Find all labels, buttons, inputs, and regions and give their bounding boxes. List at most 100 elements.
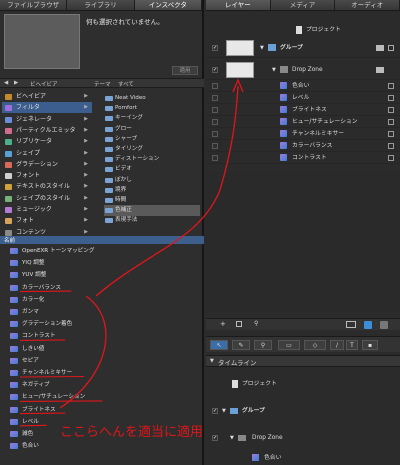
back-arrow-icon[interactable]: ◀ bbox=[4, 80, 8, 86]
layer-filter-checkbox[interactable] bbox=[212, 155, 218, 161]
filter-item[interactable]: コントラスト bbox=[8, 330, 55, 342]
layer-settings-icon[interactable] bbox=[236, 321, 242, 327]
layer-row-project[interactable]: プロジェクト bbox=[206, 24, 400, 36]
layer-filter-checkbox[interactable] bbox=[212, 107, 218, 113]
filter-item[interactable]: ネガティブ bbox=[8, 379, 50, 391]
tab-layers[interactable]: レイヤー bbox=[206, 0, 271, 10]
group-options-icon[interactable] bbox=[388, 45, 394, 51]
layer-filter-row[interactable]: コントラスト bbox=[206, 152, 400, 164]
tab-library[interactable]: ライブラリ bbox=[67, 0, 135, 10]
filter-item[interactable]: ヒュー/サチュレーション bbox=[8, 391, 85, 403]
paint-tool-icon[interactable]: ∕ bbox=[330, 340, 344, 350]
layer-filter-label: コントラスト bbox=[292, 155, 327, 161]
filter-item[interactable]: カラー化 bbox=[8, 294, 44, 306]
tab-file-browser[interactable]: ファイルブラウザ bbox=[0, 0, 68, 10]
layer-filter-row[interactable]: ヒュー/サチュレーション bbox=[206, 116, 400, 128]
filter-item[interactable]: OpenEXR トーンマッピング bbox=[8, 245, 94, 257]
layer-filter-options-icon[interactable] bbox=[388, 119, 394, 125]
layer-filter-row[interactable]: レベル bbox=[206, 92, 400, 104]
group-visibility-checkbox[interactable]: ✓ bbox=[212, 45, 218, 51]
category-item[interactable]: テキストのスタイル ▶ bbox=[2, 181, 92, 192]
text-tool-icon[interactable]: T bbox=[346, 340, 358, 350]
filter-item[interactable]: チャンネルミキサー bbox=[8, 367, 72, 379]
category-item[interactable]: ミュージック ▶ bbox=[2, 204, 92, 215]
dropzone-lock-icon[interactable] bbox=[376, 67, 384, 73]
filter-item[interactable]: しきい値 bbox=[8, 343, 44, 355]
layer-row-dropzone[interactable]: ✓ ▼ Drop Zone bbox=[206, 60, 400, 80]
filter-item[interactable]: YIQ 調整 bbox=[8, 257, 44, 269]
layer-filter-options-icon[interactable] bbox=[388, 107, 394, 113]
lock-icon[interactable] bbox=[376, 45, 384, 51]
timeline-dropzone-disclosure-icon[interactable]: ▼ bbox=[230, 432, 234, 444]
layer-filter-options-icon[interactable] bbox=[388, 83, 394, 89]
timeline-row-dropzone[interactable]: ✓ ▼ Drop Zone bbox=[206, 432, 400, 444]
layer-filter-row[interactable]: 色合い bbox=[206, 80, 400, 92]
layer-filter-options-icon[interactable] bbox=[388, 95, 394, 101]
category-item[interactable]: シェイプのスタイル ▶ bbox=[2, 193, 92, 204]
apply-button[interactable]: 適用 bbox=[172, 66, 198, 75]
category-item[interactable]: リプリケータ ▶ bbox=[2, 136, 92, 147]
timeline-dropzone-checkbox[interactable]: ✓ bbox=[212, 435, 218, 441]
tab-inspector[interactable]: インスペクタ bbox=[134, 0, 202, 10]
filter-item[interactable]: 減色 bbox=[8, 428, 33, 440]
category-item[interactable]: フィルタ ▶ bbox=[2, 102, 92, 114]
search-icon[interactable]: ⚲ bbox=[254, 320, 258, 327]
timeline-row-project[interactable]: プロジェクト bbox=[206, 378, 400, 390]
rectangle-tool-icon[interactable]: ▭ bbox=[278, 340, 300, 350]
layer-filter-row[interactable]: カラーバランス bbox=[206, 140, 400, 152]
category-item[interactable]: フォト ▶ bbox=[2, 215, 92, 226]
category-item[interactable]: グラデーション ▶ bbox=[2, 159, 92, 170]
add-layer-icon[interactable]: + bbox=[220, 320, 226, 328]
tab-audio[interactable]: オーディオ bbox=[335, 0, 400, 10]
layer-filter-options-icon[interactable] bbox=[388, 131, 394, 137]
timeline-group-disclosure-icon[interactable]: ▼ bbox=[222, 405, 226, 417]
category-item[interactable]: シェイプ ▶ bbox=[2, 148, 92, 159]
timeline-row-filter[interactable]: 色合い bbox=[206, 452, 400, 464]
filter-item[interactable]: グラデーション着色 bbox=[8, 318, 72, 330]
filter-item[interactable]: セピア bbox=[8, 355, 39, 367]
layer-filter-checkbox[interactable] bbox=[212, 131, 218, 137]
all-filter-label[interactable]: すべて bbox=[118, 80, 134, 88]
shape-tool-icon[interactable]: ◇ bbox=[304, 340, 326, 350]
category-item[interactable]: ビヘイビア ▶ bbox=[2, 91, 92, 102]
tab-media[interactable]: メディア bbox=[270, 0, 336, 10]
layer-filter-checkbox[interactable] bbox=[212, 83, 218, 89]
layer-row-group[interactable]: ✓ ▼ グループ bbox=[206, 38, 400, 58]
layer-filter-row[interactable]: チャンネルミキサー bbox=[206, 128, 400, 140]
disclosure-triangle-icon[interactable]: ▼ bbox=[260, 38, 264, 58]
subfolder-item[interactable]: 表現手法 bbox=[104, 215, 200, 226]
dropzone-visibility-checkbox[interactable]: ✓ bbox=[212, 67, 218, 73]
layer-filter-checkbox[interactable] bbox=[212, 119, 218, 125]
layer-filter-checkbox[interactable] bbox=[212, 95, 218, 101]
filter-item[interactable]: YUV 調整 bbox=[8, 269, 46, 281]
panel-options-icon[interactable] bbox=[380, 321, 388, 329]
theme-label[interactable]: テーマ bbox=[94, 80, 111, 88]
subfolder-label: 時間 bbox=[115, 197, 127, 203]
layer-filter-options-icon[interactable] bbox=[388, 143, 394, 149]
filter-item[interactable]: ガンマ bbox=[8, 306, 39, 318]
category-item[interactable]: ジェネレータ ▶ bbox=[2, 114, 92, 125]
select-tool-icon[interactable]: ↖ bbox=[210, 340, 228, 350]
category-item[interactable]: パーティクルエミッタ ▶ bbox=[2, 125, 92, 136]
folder-icon bbox=[105, 136, 113, 142]
timeline-group-checkbox[interactable]: ✓ bbox=[212, 408, 218, 414]
filter-item[interactable]: カラーバランス bbox=[8, 282, 61, 294]
filter-item[interactable]: レベル bbox=[8, 416, 39, 428]
dropzone-disclosure-icon[interactable]: ▼ bbox=[272, 60, 276, 80]
timeline-disclosure-icon[interactable]: ▼ bbox=[210, 358, 214, 364]
category-item[interactable]: フォント ▶ bbox=[2, 170, 92, 181]
layer-filter-options-icon[interactable] bbox=[388, 155, 394, 161]
filter-item[interactable]: ブライトネス bbox=[8, 404, 56, 416]
layer-filter-checkbox[interactable] bbox=[212, 143, 218, 149]
filter-item[interactable]: 色合い bbox=[8, 440, 39, 452]
name-column-header[interactable]: 名前 bbox=[4, 236, 15, 244]
breadcrumb-behaviors[interactable]: ビヘイビア bbox=[30, 80, 58, 88]
mask-tool-icon[interactable]: ▪ bbox=[362, 340, 378, 350]
timeline-row-group[interactable]: ✓ ▼ グループ bbox=[206, 405, 400, 417]
forward-arrow-icon[interactable]: ▶ bbox=[14, 80, 18, 86]
view-toggle-icon[interactable] bbox=[346, 321, 356, 328]
layer-filter-row[interactable]: ブライトネス bbox=[206, 104, 400, 116]
pen-tool-icon[interactable]: ✎ bbox=[232, 340, 250, 350]
zoom-tool-icon[interactable]: ⚲ bbox=[254, 340, 272, 350]
blue-settings-icon[interactable] bbox=[364, 321, 372, 329]
